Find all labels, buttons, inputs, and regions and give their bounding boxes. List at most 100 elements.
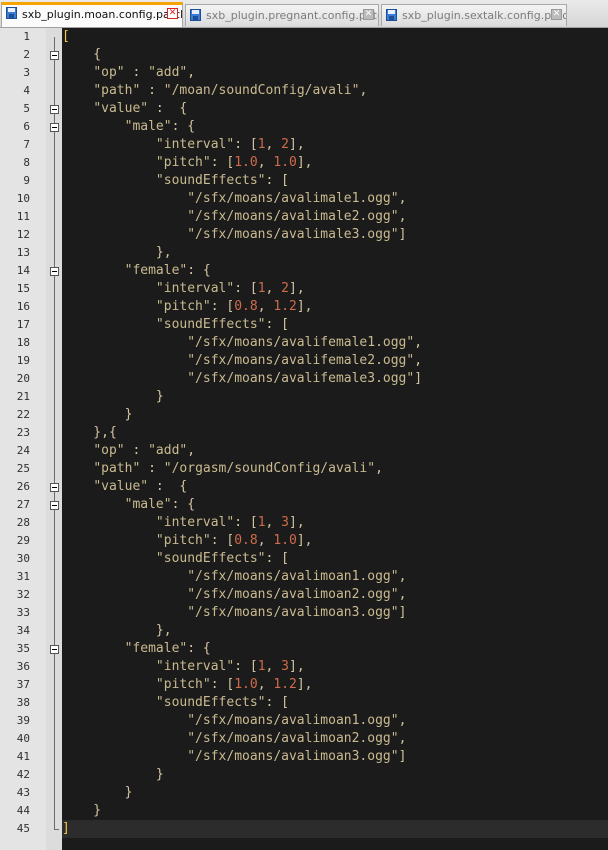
fold-toggle-icon[interactable] <box>50 483 59 492</box>
line-number: 1 <box>23 30 30 43</box>
code-token: "/sfx/moans/avalimoan3.ogg" <box>187 605 399 620</box>
code-line: } <box>62 784 608 802</box>
code-line: "path" : "/moan/soundConfig/avali", <box>62 82 608 100</box>
code-token: "interval" <box>155 659 235 674</box>
code-token: , <box>414 353 423 368</box>
line-number: 26 <box>16 480 30 493</box>
line-number: 20 <box>16 372 30 385</box>
line-number: 44 <box>16 804 30 817</box>
tab-moan-config[interactable]: sxb_plugin.moan.config.patch ✕ <box>1 2 183 27</box>
code-token: : <box>140 461 164 476</box>
line-number: 35 <box>16 642 30 655</box>
code-token: "/sfx/moans/avalimoan1.ogg" <box>187 713 399 728</box>
code-token: : <box>140 83 164 98</box>
code-token: : [ <box>234 659 258 674</box>
code-token: : [ <box>265 551 289 566</box>
code-line: "soundEffects": [ <box>62 172 608 190</box>
code-token: , <box>414 335 423 350</box>
code-line: [ <box>62 28 608 46</box>
fold-toggle-icon[interactable] <box>50 267 59 276</box>
code-token: },{ <box>62 425 117 440</box>
close-tab-icon[interactable]: ✕ <box>363 9 374 20</box>
code-token: , <box>257 299 274 314</box>
code-line: "/sfx/moans/avalifemale2.ogg", <box>62 352 608 370</box>
code-token: "/sfx/moans/avalifemale1.ogg" <box>187 335 415 350</box>
line-number: 3 <box>23 66 30 79</box>
code-line: } <box>62 802 608 820</box>
line-number: 43 <box>16 786 30 799</box>
line-number: 12 <box>16 228 30 241</box>
line-number: 8 <box>23 156 30 169</box>
code-token: 2 <box>281 281 289 296</box>
code-line: } <box>62 388 608 406</box>
code-token: "/sfx/moans/avalifemale3.ogg" <box>187 371 415 386</box>
line-number: 27 <box>16 498 30 511</box>
line-number: 2 <box>23 48 30 61</box>
tab-pregnant-config[interactable]: sxb_plugin.pregnant.config.patch ✕ <box>185 4 379 26</box>
line-number-gutter: 1 2 3 4 5 6 7 8 9 10 11 12 13 14 15 16 17 18 19 20 21 22 23 24 2… <box>0 28 46 850</box>
line-number: 15 <box>16 282 30 295</box>
code-token: : <box>124 443 149 458</box>
close-tab-icon[interactable]: ✕ <box>167 8 178 19</box>
code-token: ] <box>62 821 70 836</box>
fold-toggle-icon[interactable] <box>50 51 59 60</box>
code-token: : [ <box>234 281 258 296</box>
line-number: 7 <box>23 138 30 151</box>
line-number: 14 <box>16 264 30 277</box>
code-token: 2 <box>281 137 289 152</box>
fold-toggle-icon[interactable] <box>50 645 59 654</box>
code-line: "male": { <box>62 496 608 514</box>
tab-sextalk-config[interactable]: sxb_plugin.sextalk.config.patch ✕ <box>381 4 567 26</box>
code-line: } <box>62 406 608 424</box>
fold-toggle-icon[interactable] <box>50 105 59 114</box>
code-line: "/sfx/moans/avalifemale3.ogg"] <box>62 370 608 388</box>
line-number: 18 <box>16 336 30 349</box>
editor-area[interactable]: 1 2 3 4 5 6 7 8 9 10 11 12 13 14 15 16 17 18 19 20 21 22 23 24 2… <box>0 28 608 850</box>
fold-toggle-icon[interactable] <box>50 501 59 510</box>
line-number: 4 <box>23 84 30 97</box>
code-token: : { <box>171 497 196 512</box>
code-token: 1.0 <box>234 677 258 692</box>
code-token: ] <box>398 749 407 764</box>
line-number: 21 <box>16 390 30 403</box>
fold-toggle-icon[interactable] <box>50 123 59 132</box>
code-token: , <box>398 731 407 746</box>
code-line: "value" : { <box>62 100 608 118</box>
line-number: 32 <box>16 588 30 601</box>
code-line: "male": { <box>62 118 608 136</box>
code-token: , <box>398 191 407 206</box>
code-token: : [ <box>210 299 235 314</box>
line-number: 36 <box>16 660 30 673</box>
code-token: "interval" <box>155 137 235 152</box>
code-token: : <box>124 65 149 80</box>
code-token: } <box>62 767 164 782</box>
code-line: "/sfx/moans/avalimale1.ogg", <box>62 190 608 208</box>
code-token: 3 <box>281 515 289 530</box>
code-token: "/sfx/moans/avalimoan3.ogg" <box>187 749 399 764</box>
code-view[interactable]: [ { "op" : "add", "path" : "/moan/soundC… <box>62 28 608 850</box>
line-number: 16 <box>16 300 30 313</box>
code-line: "soundEffects": [ <box>62 550 608 568</box>
close-tab-icon[interactable]: ✕ <box>551 9 562 20</box>
code-token: } <box>62 389 164 404</box>
code-token: , <box>398 569 407 584</box>
code-token: 1 <box>257 281 266 296</box>
code-token: 1.0 <box>234 155 258 170</box>
code-line: "/sfx/moans/avalimale3.ogg"] <box>62 226 608 244</box>
code-token: , <box>265 515 282 530</box>
code-token: "soundEffects" <box>155 551 266 566</box>
code-token: "soundEffects" <box>155 317 266 332</box>
code-token: 0.8 <box>234 299 258 314</box>
code-token: , <box>375 461 383 476</box>
code-token: : [ <box>234 137 258 152</box>
